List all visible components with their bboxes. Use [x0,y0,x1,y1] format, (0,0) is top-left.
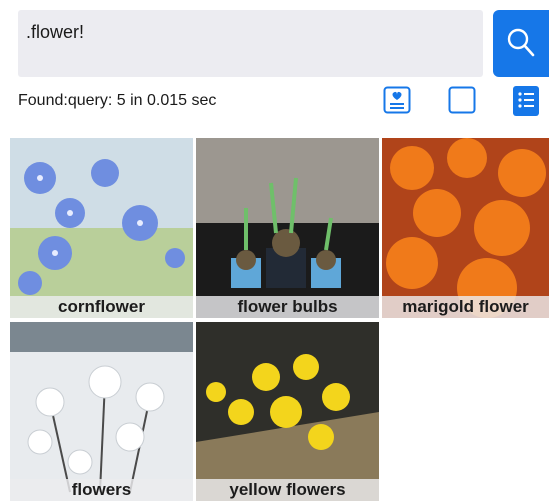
flowers-image [10,322,193,501]
flower-bulbs-image [196,138,379,318]
result-tile-cornflower[interactable]: cornflower [10,138,193,318]
marigold-image [382,138,549,318]
yellow-flowers-image [196,322,379,501]
cornflower-image [10,138,193,318]
tile-label: flower bulbs [196,296,379,318]
card-view-icon [383,86,411,114]
list-view-icon [513,86,539,116]
tile-label: yellow flowers [196,479,379,501]
result-tile-flower-bulbs[interactable]: flower bulbs [196,138,379,318]
tile-label: flowers [10,479,193,501]
list-view-button[interactable] [513,86,539,116]
card-view-button[interactable] [383,86,411,114]
search-button[interactable] [493,10,549,77]
result-tile-flowers[interactable]: flowers [10,322,193,501]
tile-label: marigold flower [382,296,549,318]
search-query-text: .flower! [26,22,85,42]
square-view-icon [448,86,476,114]
search-icon [507,28,535,57]
result-tile-yellow-flowers[interactable]: yellow flowers [196,322,379,501]
search-input[interactable]: .flower! [18,10,483,77]
tile-label: cornflower [10,296,193,318]
result-tile-marigold[interactable]: marigold flower [382,138,549,318]
square-view-button[interactable] [448,86,476,114]
results-status: Found:query: 5 in 0.015 sec [18,92,217,109]
